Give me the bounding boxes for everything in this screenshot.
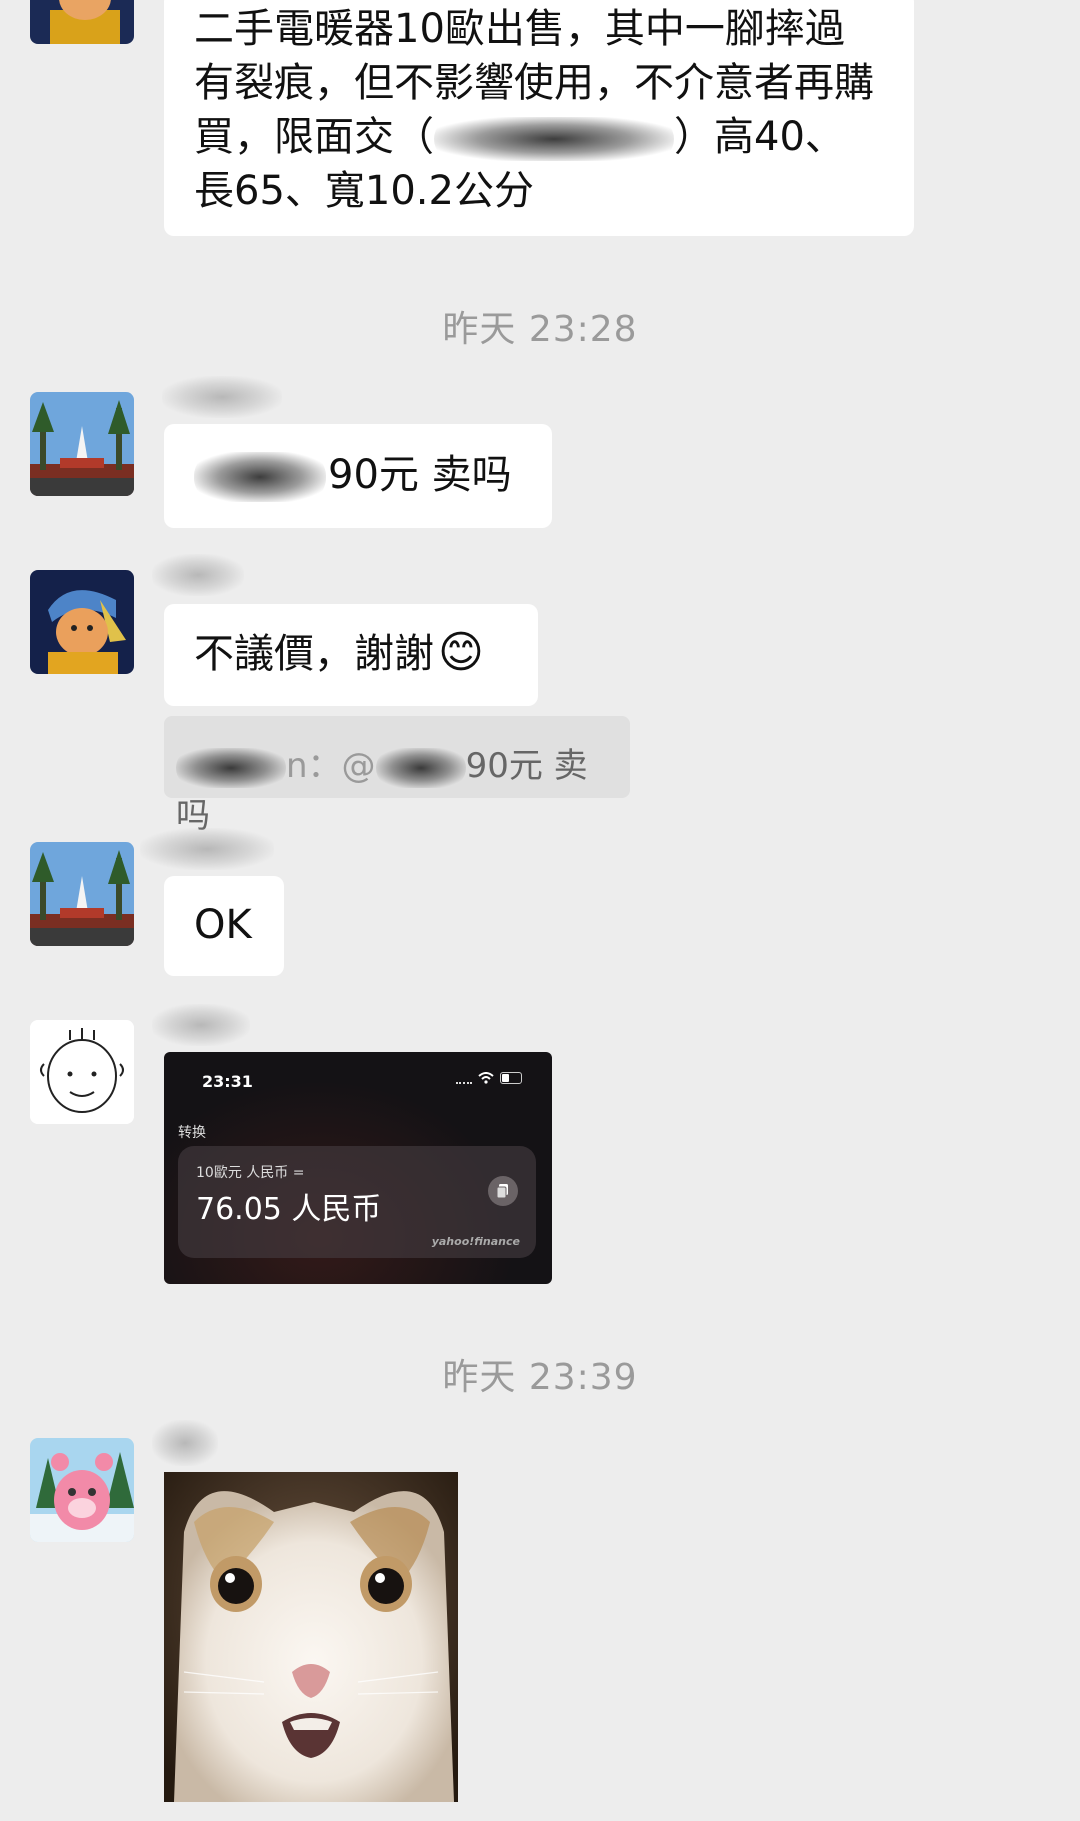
avatar-pagoda[interactable] bbox=[30, 842, 134, 946]
avatar-pagoda[interactable] bbox=[30, 392, 134, 496]
quote-separator: n：@ bbox=[286, 746, 376, 786]
signal-icon bbox=[456, 1072, 472, 1084]
redacted-nickname bbox=[140, 828, 274, 870]
timestamp: 昨天 23:28 bbox=[442, 309, 638, 350]
redacted-nickname bbox=[152, 1004, 250, 1046]
battery-icon bbox=[500, 1072, 522, 1084]
message-bubble-listing: 二手電暖器10歐出售，其中一腳摔過有裂痕，但不影響使用，不介意者再購買，限面交（… bbox=[164, 0, 914, 236]
smile-emoji-icon: 😊 bbox=[438, 627, 484, 678]
provider-label: yahoo!finance bbox=[431, 1235, 520, 1248]
wifi-icon bbox=[478, 1072, 494, 1084]
offer-text: 90元 卖吗 bbox=[328, 452, 512, 498]
status-icons bbox=[456, 1072, 522, 1084]
redacted-location bbox=[434, 117, 674, 161]
status-time: 23:31 bbox=[202, 1072, 253, 1091]
redacted-nickname bbox=[152, 1420, 218, 1466]
section-label: 转换 bbox=[178, 1125, 206, 1141]
copy-icon[interactable] bbox=[488, 1176, 518, 1206]
conversion-card: 10歐元 人民币 = 76.05 人民币 yahoo!finance bbox=[178, 1146, 536, 1258]
image-message-currency-screenshot[interactable]: 23:31 转换 10歐元 人民币 = 76.05 人民币 yahoo!fina… bbox=[164, 1052, 552, 1284]
image-message-cat-meme[interactable] bbox=[164, 1472, 458, 1802]
timestamp: 昨天 23:39 bbox=[442, 1357, 638, 1398]
conversion-result: 76.05 人民币 bbox=[196, 1192, 382, 1227]
quoted-message[interactable]: n：@ 90元 卖吗 bbox=[164, 716, 630, 836]
redacted-nickname bbox=[152, 554, 244, 596]
redacted-nickname bbox=[162, 376, 282, 418]
reply-text: 不議價，謝謝 bbox=[194, 631, 434, 677]
avatar-pink-beaver[interactable] bbox=[30, 1438, 134, 1542]
redacted-quote-mention bbox=[375, 747, 466, 788]
avatar-line-face[interactable] bbox=[30, 1020, 134, 1124]
message-bubble-ok: OK bbox=[164, 876, 284, 976]
avatar-cat-pearl[interactable] bbox=[30, 570, 134, 674]
avatar-cat-pearl[interactable] bbox=[30, 0, 134, 44]
message-bubble-reply: 不議價，謝謝😊 bbox=[164, 604, 538, 706]
ok-text: OK bbox=[194, 902, 252, 948]
redacted-quote-name bbox=[176, 747, 286, 788]
redacted-mention bbox=[194, 452, 326, 502]
conversion-query: 10歐元 人民币 = bbox=[196, 1165, 305, 1181]
message-bubble-offer: 90元 卖吗 bbox=[164, 424, 552, 528]
